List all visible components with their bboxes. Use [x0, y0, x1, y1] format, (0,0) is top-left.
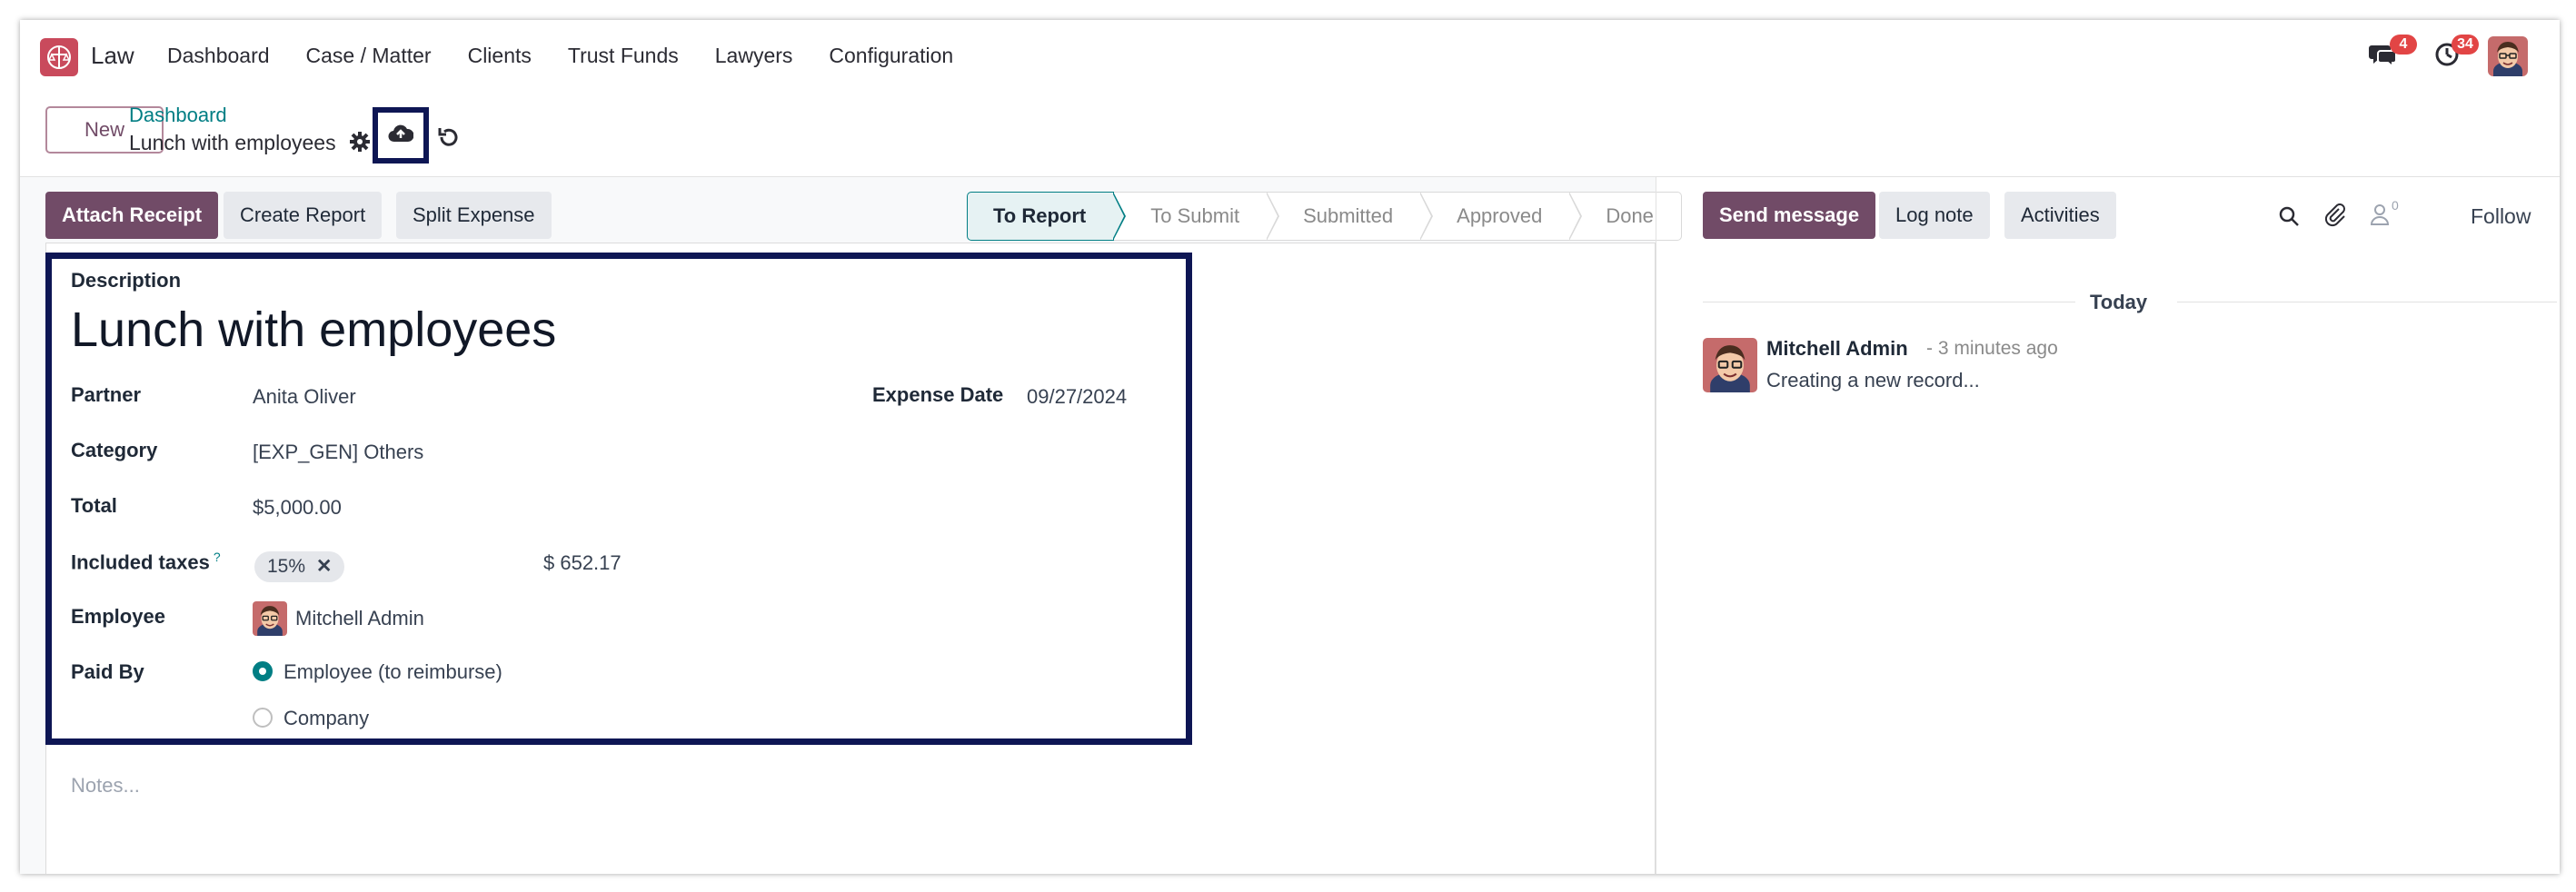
top-navbar: Law Dashboard Case / Matter Clients Trus… [20, 20, 2560, 96]
search-icon[interactable] [2277, 204, 2301, 233]
included-taxes-text: Included taxes [71, 550, 210, 574]
radio-employee[interactable] [253, 661, 273, 681]
stage-done[interactable]: Done [1569, 192, 1682, 241]
follow-button[interactable]: Follow [2471, 204, 2531, 229]
breadcrumb-parent[interactable]: Dashboard [129, 104, 227, 127]
stage-label: Done [1606, 204, 1654, 227]
tax-tag-label: 15% [267, 556, 306, 577]
stage-submitted[interactable]: Submitted [1267, 192, 1434, 241]
followers-count: 0 [2392, 198, 2399, 213]
split-expense-button[interactable]: Split Expense [396, 192, 552, 239]
clock-icon[interactable]: 34 [2433, 35, 2479, 74]
menu-trust-funds[interactable]: Trust Funds [568, 44, 679, 68]
included-taxes-label: Included taxes? [71, 550, 221, 574]
radio-company[interactable] [253, 708, 273, 728]
paid-by-label: Paid By [71, 660, 144, 683]
stage-label: To Submit [1150, 204, 1240, 227]
category-field[interactable]: [EXP_GEN] Others [253, 441, 423, 464]
menu-configuration[interactable]: Configuration [829, 44, 953, 68]
total-field[interactable]: $5,000.00 [253, 496, 342, 520]
message-avatar[interactable] [1703, 338, 1757, 392]
stage-approved[interactable]: Approved [1420, 192, 1583, 241]
app-window: Law Dashboard Case / Matter Clients Trus… [20, 20, 2560, 874]
expense-title[interactable]: Lunch with employees [71, 302, 556, 358]
paperclip-icon[interactable] [2322, 202, 2346, 232]
remove-tag-icon[interactable]: ✕ [316, 556, 333, 577]
message-author[interactable]: Mitchell Admin [1766, 337, 1908, 361]
messages-icon[interactable]: 4 [2368, 35, 2417, 74]
send-message-button[interactable]: Send message [1703, 192, 1876, 239]
gear-icon[interactable] [349, 131, 371, 157]
message-time: - 3 minutes ago [1926, 338, 2058, 359]
log-note-button[interactable]: Log note [1879, 192, 1990, 239]
menu-lawyers[interactable]: Lawyers [715, 44, 793, 68]
notes-field[interactable]: Notes... [71, 774, 140, 798]
app-name[interactable]: Law [91, 42, 134, 70]
menu-dashboard[interactable]: Dashboard [167, 44, 270, 68]
cloud-upload-icon[interactable] [388, 124, 414, 148]
expense-date-label: Expense Date [872, 383, 1004, 406]
undo-icon[interactable] [436, 125, 460, 154]
tax-amount: $ 652.17 [543, 551, 622, 574]
activities-button[interactable]: Activities [2004, 192, 2116, 239]
menu-case-matter[interactable]: Case / Matter [306, 44, 432, 68]
stage-label: To Report [993, 204, 1087, 227]
save-highlight [373, 107, 429, 164]
help-tooltip-icon[interactable]: ? [214, 550, 221, 564]
expense-date-field[interactable]: 09/27/2024 [1027, 385, 1127, 409]
attach-receipt-button[interactable]: Attach Receipt [45, 192, 219, 239]
description-label: Description [71, 269, 182, 292]
tax-tag[interactable]: 15% ✕ [254, 551, 345, 582]
category-label: Category [71, 439, 158, 461]
breadcrumb-current: Lunch with employees [129, 131, 336, 154]
status-bar: To Report To Submit Submitted Approved D… [967, 192, 1682, 241]
message-body: Creating a new record... [1766, 369, 1980, 391]
stage-label: Approved [1457, 204, 1543, 227]
date-separator: Today [2090, 291, 2148, 313]
employee-field[interactable]: Mitchell Admin [295, 607, 424, 630]
stage-to-report[interactable]: To Report [967, 192, 1127, 241]
employee-label: Employee [71, 605, 165, 628]
stage-label: Submitted [1303, 204, 1394, 227]
employee-avatar [253, 601, 287, 636]
menu-clients[interactable]: Clients [468, 44, 532, 68]
user-avatar[interactable] [2488, 36, 2528, 76]
radio-company-label[interactable]: Company [283, 707, 369, 730]
radio-employee-label[interactable]: Employee (to reimburse) [283, 660, 502, 684]
partner-label: Partner [71, 383, 142, 406]
activities-badge: 34 [2452, 35, 2479, 55]
partner-field[interactable]: Anita Oliver [253, 385, 356, 409]
total-label: Total [71, 494, 117, 517]
app-logo-icon[interactable] [40, 38, 78, 76]
stage-to-submit[interactable]: To Submit [1114, 192, 1280, 241]
main-menu: Dashboard Case / Matter Clients Trust Fu… [167, 44, 990, 68]
messages-badge: 4 [2390, 35, 2417, 55]
create-report-button[interactable]: Create Report [224, 192, 383, 239]
user-icon[interactable]: 0 [2368, 198, 2399, 232]
